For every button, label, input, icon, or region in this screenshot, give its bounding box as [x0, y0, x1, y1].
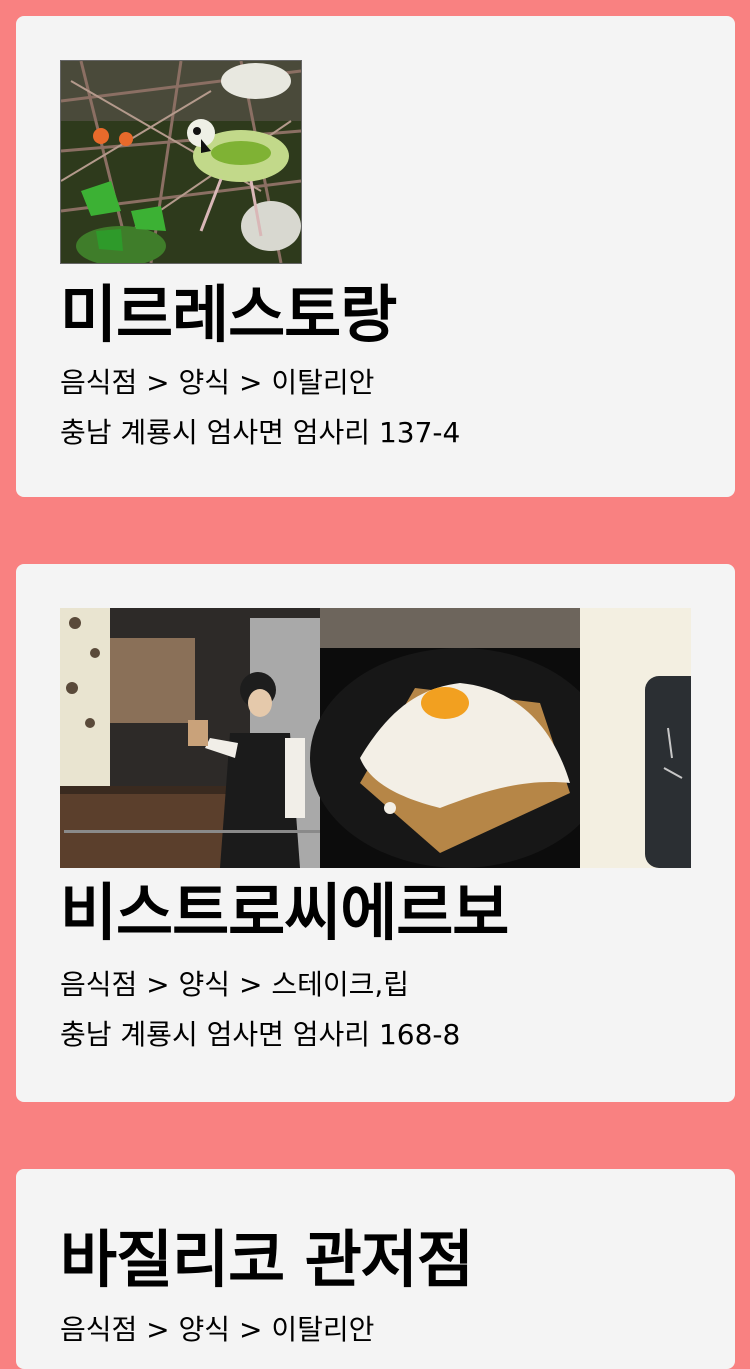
- card-photo: [580, 608, 691, 868]
- place-address: 충남 계룡시 엄사면 엄사리 168-8: [60, 1018, 461, 1051]
- place-category: 음식점 > 양식 > 이탈리안: [60, 366, 375, 399]
- place-address: 충남 계룡시 엄사면 엄사리 137-4: [60, 416, 461, 449]
- place-photo[interactable]: [60, 60, 302, 264]
- photo-carousel[interactable]: [60, 608, 691, 868]
- place-title[interactable]: 비스트로씨에르보: [60, 882, 509, 944]
- place-category: 음식점 > 양식 > 스테이크,립: [60, 968, 410, 1001]
- place-title[interactable]: 미르레스토랑: [60, 284, 397, 346]
- place-category: 음식점 > 양식 > 이탈리안: [60, 1313, 375, 1346]
- place-card[interactable]: 미르레스토랑 음식점 > 양식 > 이탈리안 충남 계룡시 엄사면 엄사리 13…: [16, 16, 735, 497]
- place-card[interactable]: 바질리코 관저점 음식점 > 양식 > 이탈리안: [16, 1169, 735, 1369]
- place-card[interactable]: 비스트로씨에르보 음식점 > 양식 > 스테이크,립 충남 계룡시 엄사면 엄사…: [16, 564, 735, 1102]
- place-title[interactable]: 바질리코 관저점: [60, 1229, 474, 1291]
- cake-photo: [310, 608, 610, 868]
